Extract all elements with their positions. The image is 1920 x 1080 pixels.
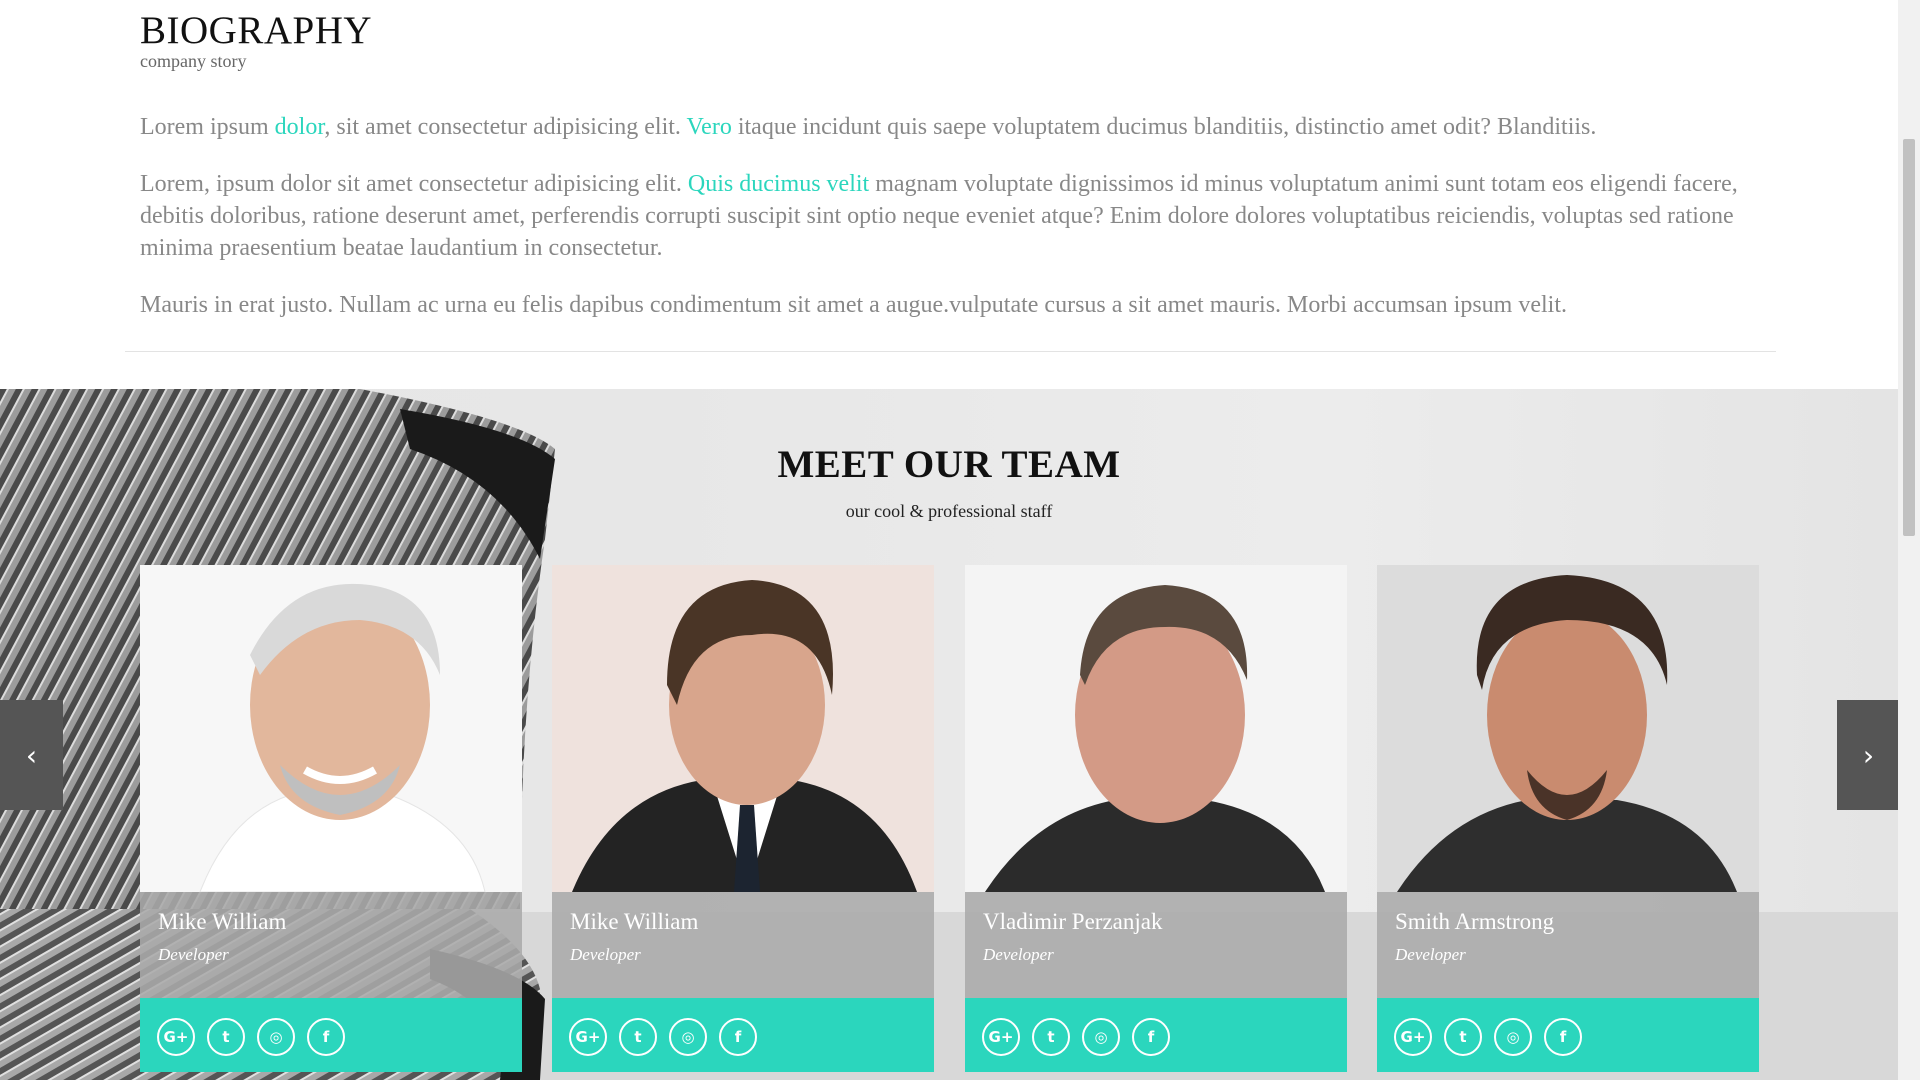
facebook-icon[interactable]: f — [1132, 1018, 1170, 1056]
team-member-card: Mike William Developer G+ t ◎ f — [552, 565, 934, 1072]
team-member-social: G+ t ◎ f — [965, 998, 1347, 1072]
team-member-social: G+ t ◎ f — [140, 998, 522, 1072]
twitter-icon[interactable]: t — [619, 1018, 657, 1056]
twitter-icon[interactable]: t — [1444, 1018, 1482, 1056]
carousel-next-button[interactable]: › — [1837, 700, 1898, 810]
facebook-icon[interactable]: f — [1544, 1018, 1582, 1056]
twitter-icon[interactable]: t — [1032, 1018, 1070, 1056]
team-member-info: Mike William Developer — [140, 892, 522, 998]
text: Lorem, ipsum dolor sit amet consectetur … — [140, 171, 688, 197]
team-member-info: Smith Armstrong Developer — [1377, 892, 1759, 998]
google-plus-icon[interactable]: G+ — [569, 1018, 607, 1056]
team-member-card: Smith Armstrong Developer G+ t ◎ f — [1377, 565, 1759, 1072]
team-member-social: G+ t ◎ f — [552, 998, 934, 1072]
team-member-name: Mike William — [158, 909, 287, 934]
text: Lorem ipsum — [140, 114, 275, 140]
vero-link[interactable]: Vero — [687, 114, 732, 140]
dribbble-icon[interactable]: ◎ — [669, 1018, 707, 1056]
team-title: MEET OUR TEAM — [777, 443, 1121, 486]
team-member-card: Vladimir Perzanjak Developer G+ t ◎ f — [965, 565, 1347, 1072]
facebook-icon[interactable]: f — [719, 1018, 757, 1056]
scrollbar-thumb[interactable] — [1903, 139, 1915, 536]
facebook-icon[interactable]: f — [307, 1018, 345, 1056]
section-divider — [125, 351, 1776, 352]
dribbble-icon[interactable]: ◎ — [1082, 1018, 1120, 1056]
team-member-name: Vladimir Perzanjak — [983, 909, 1163, 934]
biography-paragraph-3: Mauris in erat justo. Nullam ac urna eu … — [140, 292, 1567, 318]
team-section: MEET OUR TEAM our cool & professional st… — [0, 389, 1898, 1080]
team-member-photo — [1377, 565, 1759, 892]
team-member-info: Vladimir Perzanjak Developer — [965, 892, 1347, 998]
dribbble-icon[interactable]: ◎ — [1494, 1018, 1532, 1056]
team-member-name: Mike William — [570, 909, 699, 934]
biography-paragraph-1: Lorem ipsum dolor, sit amet consectetur … — [140, 111, 1770, 143]
team-member-photo — [552, 565, 934, 892]
team-member-card: Mike William Developer G+ t ◎ f — [140, 565, 522, 1072]
dribbble-icon[interactable]: ◎ — [257, 1018, 295, 1056]
google-plus-icon[interactable]: G+ — [982, 1018, 1020, 1056]
team-member-photo — [140, 565, 522, 892]
twitter-icon[interactable]: t — [207, 1018, 245, 1056]
chevron-left-icon: ‹ — [25, 738, 38, 772]
team-member-name: Smith Armstrong — [1395, 909, 1555, 934]
google-plus-icon[interactable]: G+ — [1394, 1018, 1432, 1056]
dolor-link[interactable]: dolor — [275, 114, 325, 140]
biography-title: BIOGRAPHY — [140, 9, 373, 52]
team-member-info: Mike William Developer — [552, 892, 934, 998]
team-member-role: Developer — [1395, 945, 1466, 964]
page-scrollbar[interactable] — [1898, 0, 1920, 1080]
team-member-role: Developer — [570, 945, 641, 964]
text: , sit amet consectetur adipisicing elit. — [324, 114, 687, 140]
biography-paragraph-2: Lorem, ipsum dolor sit amet consectetur … — [140, 168, 1770, 264]
chevron-right-icon: › — [1862, 738, 1875, 772]
biography-subtitle: company story — [140, 51, 247, 71]
team-subtitle: our cool & professional staff — [845, 501, 1053, 521]
team-member-role: Developer — [158, 945, 229, 964]
text: itaque incidunt quis saepe voluptatem du… — [731, 114, 1597, 140]
biography-body: Lorem ipsum dolor, sit amet consectetur … — [140, 111, 1770, 346]
team-member-role: Developer — [983, 945, 1054, 964]
quis-ducimus-velit-link[interactable]: Quis ducimus velit — [688, 171, 869, 197]
google-plus-icon[interactable]: G+ — [157, 1018, 195, 1056]
team-member-social: G+ t ◎ f — [1377, 998, 1759, 1072]
carousel-prev-button[interactable]: ‹ — [0, 700, 63, 810]
team-member-photo — [965, 565, 1347, 892]
